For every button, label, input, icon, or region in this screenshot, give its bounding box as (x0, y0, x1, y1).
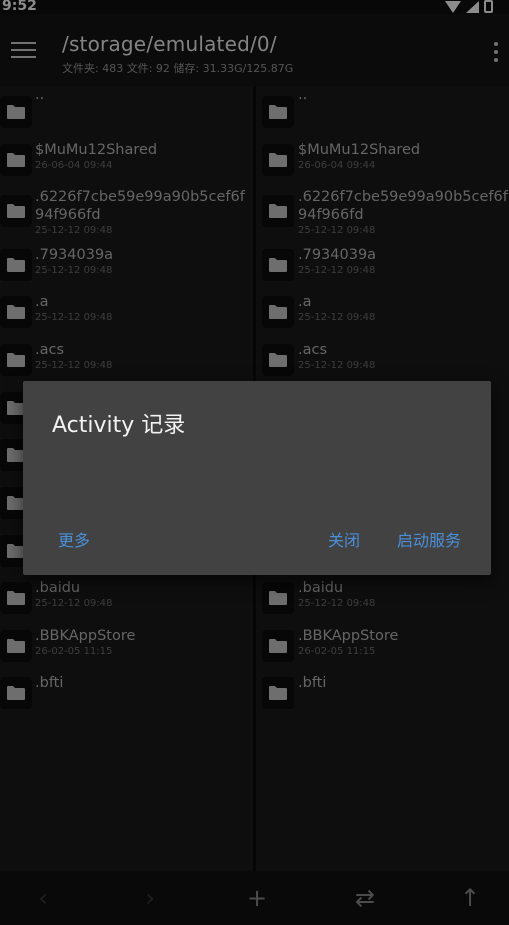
more-button[interactable]: 更多 (58, 527, 90, 551)
dialog-title: Activity 记录 (52, 413, 186, 438)
close-button[interactable]: 关闭 (328, 527, 360, 551)
start-service-button[interactable]: 启动服务 (397, 527, 461, 551)
activity-log-dialog: Activity 记录 更多 关闭 启动服务 (23, 381, 491, 575)
